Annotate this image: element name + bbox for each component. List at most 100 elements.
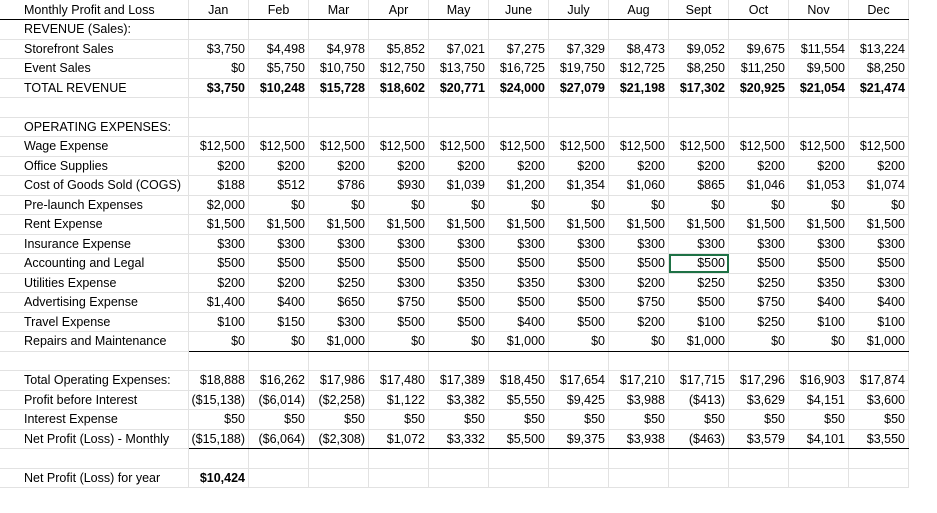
empty-cell[interactable]: [668, 97, 730, 118]
value-cell[interactable]: $200: [188, 273, 250, 293]
empty-cell[interactable]: [668, 448, 730, 469]
empty-cell[interactable]: [608, 19, 670, 40]
empty-cell[interactable]: [188, 97, 250, 118]
value-cell[interactable]: $12,500: [728, 136, 790, 157]
value-cell[interactable]: $0: [308, 195, 370, 215]
value-cell[interactable]: $17,302: [668, 77, 730, 98]
value-cell[interactable]: $0: [728, 331, 790, 352]
spreadsheet-grid[interactable]: Monthly Profit and Loss Jan Feb Mar Apr May Ju…: [0, 0, 937, 513]
value-cell[interactable]: $500: [608, 253, 670, 274]
value-cell[interactable]: $13,224: [848, 39, 910, 59]
value-cell[interactable]: $1,200: [488, 175, 550, 196]
empty-cell[interactable]: [848, 468, 910, 488]
value-cell[interactable]: $3,750: [188, 39, 250, 59]
empty-cell[interactable]: [608, 117, 670, 137]
empty-cell[interactable]: [428, 117, 490, 137]
month-header[interactable]: May: [428, 0, 490, 20]
empty-cell[interactable]: [608, 97, 670, 118]
value-cell[interactable]: $250: [728, 312, 790, 332]
row-label[interactable]: Travel Expense: [0, 312, 189, 332]
value-cell[interactable]: $50: [848, 409, 910, 430]
value-cell[interactable]: $500: [668, 253, 730, 274]
value-cell[interactable]: $17,480: [368, 370, 430, 391]
row-label[interactable]: Accounting and Legal: [0, 253, 189, 274]
value-cell[interactable]: $100: [668, 312, 730, 332]
value-cell[interactable]: $1,354: [548, 175, 610, 196]
value-cell[interactable]: $50: [788, 409, 850, 430]
value-cell[interactable]: $200: [608, 156, 670, 176]
value-cell[interactable]: $12,725: [608, 58, 670, 79]
value-cell[interactable]: $12,500: [488, 136, 550, 157]
value-cell[interactable]: $16,725: [488, 58, 550, 79]
value-cell[interactable]: $200: [728, 156, 790, 176]
value-cell[interactable]: $300: [548, 273, 610, 293]
value-cell[interactable]: $400: [248, 292, 310, 313]
empty-cell[interactable]: [248, 448, 310, 469]
value-cell[interactable]: $9,052: [668, 39, 730, 59]
empty-cell[interactable]: [488, 468, 550, 488]
value-cell[interactable]: $0: [848, 195, 910, 215]
empty-cell[interactable]: [248, 351, 310, 371]
value-cell[interactable]: $1,500: [308, 214, 370, 235]
value-cell[interactable]: $5,550: [488, 390, 550, 410]
value-cell[interactable]: $250: [728, 273, 790, 293]
value-cell[interactable]: $8,473: [608, 39, 670, 59]
value-cell[interactable]: $0: [248, 195, 310, 215]
value-cell[interactable]: $13,750: [428, 58, 490, 79]
value-cell[interactable]: $50: [188, 409, 250, 430]
value-cell[interactable]: $9,675: [728, 39, 790, 59]
month-header[interactable]: June: [488, 0, 550, 20]
empty-cell[interactable]: [308, 117, 370, 137]
value-cell[interactable]: $0: [368, 331, 430, 352]
month-header[interactable]: July: [548, 0, 610, 20]
value-cell[interactable]: $12,500: [308, 136, 370, 157]
value-cell[interactable]: $200: [668, 156, 730, 176]
value-cell[interactable]: $500: [488, 253, 550, 274]
empty-cell[interactable]: [548, 97, 610, 118]
empty-cell[interactable]: [668, 468, 730, 488]
value-cell[interactable]: $4,978: [308, 39, 370, 59]
value-cell[interactable]: $350: [428, 273, 490, 293]
empty-cell[interactable]: [248, 468, 310, 488]
empty-cell[interactable]: [848, 117, 910, 137]
value-cell[interactable]: $200: [848, 156, 910, 176]
value-cell[interactable]: $8,250: [848, 58, 910, 79]
value-cell[interactable]: $10,248: [248, 77, 310, 98]
value-cell[interactable]: $300: [368, 273, 430, 293]
empty-cell[interactable]: [848, 351, 910, 371]
empty-cell[interactable]: [488, 97, 550, 118]
value-cell[interactable]: $1,072: [368, 429, 430, 449]
row-label[interactable]: Advertising Expense: [0, 292, 189, 313]
value-cell[interactable]: $50: [308, 409, 370, 430]
value-cell[interactable]: $930: [368, 175, 430, 196]
value-cell[interactable]: $50: [728, 409, 790, 430]
value-cell[interactable]: $1,000: [488, 331, 550, 352]
row-label[interactable]: Profit before Interest: [0, 390, 189, 410]
value-cell[interactable]: $11,250: [728, 58, 790, 79]
value-cell[interactable]: ($6,014): [248, 390, 310, 410]
empty-cell[interactable]: [428, 19, 490, 40]
month-header[interactable]: Nov: [788, 0, 850, 20]
empty-cell[interactable]: [668, 351, 730, 371]
row-label[interactable]: Pre-launch Expenses: [0, 195, 189, 215]
sheet-title[interactable]: Monthly Profit and Loss: [0, 0, 189, 20]
empty-cell[interactable]: [608, 448, 670, 469]
empty-cell[interactable]: [488, 448, 550, 469]
value-cell[interactable]: $0: [788, 195, 850, 215]
value-cell[interactable]: $1,060: [608, 175, 670, 196]
value-cell[interactable]: $3,382: [428, 390, 490, 410]
value-cell[interactable]: $5,852: [368, 39, 430, 59]
value-cell[interactable]: $50: [248, 409, 310, 430]
value-cell[interactable]: $300: [428, 234, 490, 254]
empty-cell[interactable]: [308, 468, 370, 488]
value-cell[interactable]: ($15,188): [188, 429, 250, 449]
value-cell[interactable]: $12,500: [248, 136, 310, 157]
value-cell[interactable]: $5,500: [488, 429, 550, 449]
empty-cell[interactable]: [248, 97, 310, 118]
value-cell[interactable]: $1,500: [548, 214, 610, 235]
value-cell[interactable]: $10,750: [308, 58, 370, 79]
value-cell[interactable]: $1,500: [668, 214, 730, 235]
value-cell[interactable]: $12,500: [608, 136, 670, 157]
value-cell[interactable]: $17,389: [428, 370, 490, 391]
month-header[interactable]: Aug: [608, 0, 670, 20]
